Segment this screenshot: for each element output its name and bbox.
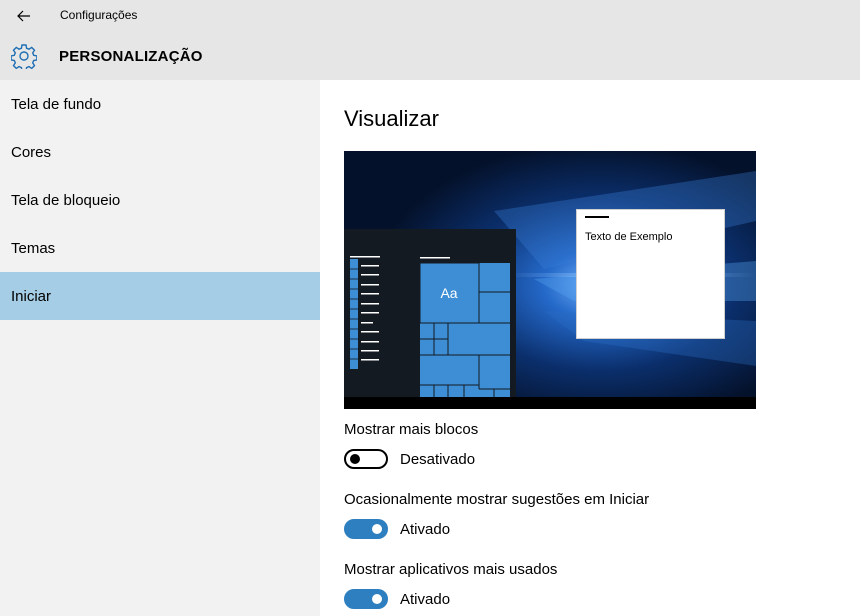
window-title-line <box>585 216 609 218</box>
setting-label-more-tiles: Mostrar mais blocos <box>344 421 479 438</box>
more-tiles-toggle[interactable] <box>344 449 388 469</box>
sample-text: Texto de Exemplo <box>585 231 673 243</box>
toggle-knob <box>372 524 382 534</box>
sidebar-item-tela-de-fundo[interactable]: Tela de fundo <box>0 80 320 128</box>
sidebar-item-label: Cores <box>11 143 52 161</box>
start-preview: Aa Texto de Exemplo <box>344 151 756 409</box>
toggle-knob <box>350 454 360 464</box>
sample-window: Texto de Exemplo <box>576 209 725 339</box>
sample-tile: Aa <box>440 285 458 301</box>
toggle-knob <box>372 594 382 604</box>
main-content: Visualizar Aa Texto de Exemplo Mostrar m… <box>320 80 860 616</box>
section-title: PERSONALIZAÇÃO <box>59 48 203 65</box>
window-title: Configurações <box>60 8 138 22</box>
toggle-status: Desativado <box>400 451 476 468</box>
sidebar-item-label: Iniciar <box>11 287 52 305</box>
gear-icon <box>11 44 37 69</box>
sidebar-item-label: Temas <box>11 239 56 257</box>
sidebar: Tela de fundo Cores Tela de bloqueio Tem… <box>0 80 320 616</box>
toggle-status: Ativado <box>400 591 451 608</box>
page-title: Visualizar <box>344 106 439 131</box>
page-header: PERSONALIZAÇÃO <box>0 32 860 80</box>
sidebar-item-label: Tela de fundo <box>11 95 102 113</box>
sidebar-item-iniciar[interactable]: Iniciar <box>0 272 320 320</box>
suggestions-toggle[interactable] <box>344 519 388 539</box>
sidebar-item-cores[interactable]: Cores <box>0 128 320 176</box>
title-bar: Configurações <box>0 0 860 32</box>
taskbar-preview <box>344 397 756 409</box>
setting-label-suggestions: Ocasionalmente mostrar sugestões em Inic… <box>344 491 650 508</box>
sidebar-item-temas[interactable]: Temas <box>0 224 320 272</box>
back-arrow-icon <box>17 10 30 22</box>
back-button[interactable] <box>10 6 38 26</box>
most-used-apps-toggle[interactable] <box>344 589 388 609</box>
sidebar-item-label: Tela de bloqueio <box>11 191 121 209</box>
sidebar-item-tela-de-bloqueio[interactable]: Tela de bloqueio <box>0 176 320 224</box>
toggle-status: Ativado <box>400 521 451 538</box>
setting-label-most-used-apps: Mostrar aplicativos mais usados <box>344 561 558 578</box>
